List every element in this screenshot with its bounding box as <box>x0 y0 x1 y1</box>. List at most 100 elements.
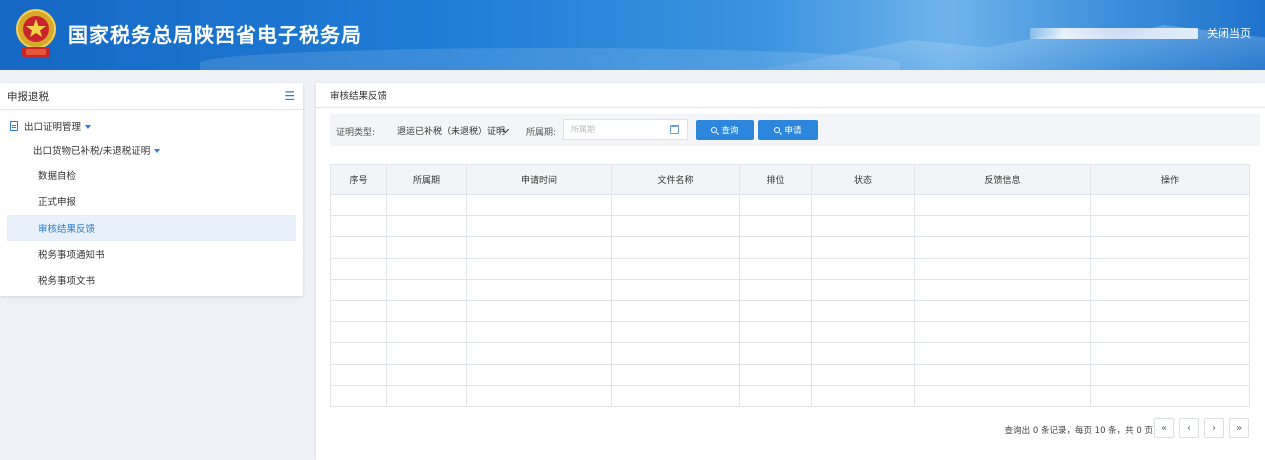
col-header-apply-time: 申请时间 <box>466 164 612 195</box>
table-cell <box>1090 342 1250 365</box>
table-cell <box>1090 236 1250 259</box>
table-cell <box>811 236 915 259</box>
table-cell <box>386 321 467 344</box>
next-page-button[interactable]: › <box>1204 418 1224 438</box>
table-cell <box>466 278 612 301</box>
table-cell <box>1090 363 1250 386</box>
apply-button-label: 申请 <box>784 126 802 136</box>
calendar-icon[interactable] <box>670 125 679 134</box>
nav-item-data-selfcheck[interactable]: 数据自检 <box>7 162 296 188</box>
prev-page-button[interactable]: ‹ <box>1179 418 1199 438</box>
nav-item-tax-document[interactable]: 税务事项文书 <box>7 267 296 293</box>
table-cell <box>330 236 387 259</box>
cert-type-label: 证明类型: <box>336 128 376 138</box>
last-page-button[interactable]: » <box>1229 418 1249 438</box>
nav-export-cert-management[interactable]: 出口证明管理 <box>10 113 92 139</box>
table-cell <box>611 278 740 301</box>
nav-label: 审核结果反馈 <box>38 224 96 235</box>
search-icon <box>774 127 781 133</box>
table-cell <box>466 257 612 280</box>
table-cell <box>914 321 1091 344</box>
table-cell <box>330 363 387 386</box>
table-cell <box>739 257 812 280</box>
table-cell <box>739 342 812 365</box>
apply-button[interactable]: 申请 <box>758 120 818 140</box>
table-cell <box>330 342 387 365</box>
table-cell <box>739 215 812 238</box>
table-cell <box>914 215 1091 238</box>
table-cell <box>611 363 740 386</box>
nav-label: 数据自检 <box>38 171 77 182</box>
table-cell <box>1090 299 1250 323</box>
table-cell <box>466 193 612 217</box>
nav-label: 出口证明管理 <box>24 122 82 133</box>
table-cell <box>811 363 915 386</box>
table-cell <box>611 236 740 259</box>
site-title: 国家税务总局陕西省电子税务局 <box>68 23 362 47</box>
table-cell <box>914 193 1091 217</box>
table-cell <box>611 321 740 344</box>
table-cell <box>1090 278 1250 301</box>
table-cell <box>739 278 812 301</box>
caret-down-icon <box>85 125 92 129</box>
table-cell <box>386 257 467 280</box>
table-cell <box>330 278 387 301</box>
table-cell <box>914 342 1091 365</box>
col-header-status: 状态 <box>811 164 915 195</box>
table-cell <box>914 299 1091 323</box>
table-cell <box>811 193 915 217</box>
table-row <box>330 236 1250 259</box>
table-cell <box>1090 215 1250 238</box>
col-header-feedback: 反馈信息 <box>914 164 1091 195</box>
table-cell <box>330 321 387 344</box>
nav-label: 出口货物已补税/未退税证明 <box>33 146 151 157</box>
query-button[interactable]: 查询 <box>696 120 754 140</box>
nav-label: 税务事项文书 <box>38 276 96 287</box>
feedback-table: 序号 所属期 申请时间 文件名称 排位 状态 反馈信息 操作 <box>330 164 1250 407</box>
table-cell <box>611 384 740 407</box>
top-header: 国家税务总局陕西省电子税务局 关闭当页 <box>0 0 1265 70</box>
query-button-label: 查询 <box>721 126 739 136</box>
period-placeholder: 所属期 <box>571 125 595 134</box>
nav-item-review-feedback[interactable]: 审核结果反馈 <box>7 215 296 241</box>
table-cell <box>739 384 812 407</box>
document-icon <box>10 121 18 131</box>
menu-toggle-icon[interactable]: ☰ <box>284 89 295 103</box>
table-header-row: 序号 所属期 申请时间 文件名称 排位 状态 反馈信息 操作 <box>330 164 1250 195</box>
close-page-link[interactable]: 关闭当页 <box>1207 25 1251 41</box>
table-cell <box>466 342 612 365</box>
col-header-actions: 操作 <box>1090 164 1250 195</box>
table-cell <box>330 257 387 280</box>
table-cell <box>386 215 467 238</box>
nav-item-tax-notice[interactable]: 税务事项通知书 <box>7 241 296 267</box>
table-cell <box>466 299 612 323</box>
table-cell <box>611 257 740 280</box>
table-cell <box>611 215 740 238</box>
table-cell <box>811 257 915 280</box>
table-row <box>330 215 1250 238</box>
cert-type-select[interactable]: 退运已补税（未退税）证明 <box>385 119 515 141</box>
col-header-period: 所属期 <box>386 164 467 195</box>
table-row <box>330 299 1250 323</box>
table-cell <box>330 193 387 217</box>
table-cell <box>466 236 612 259</box>
table-cell <box>611 193 740 217</box>
pagination-summary: 查询出 0 条记录，每页 10 条，共 0 页 <box>1004 426 1153 436</box>
table-cell <box>739 193 812 217</box>
col-header-index: 序号 <box>330 164 387 195</box>
table-cell <box>386 193 467 217</box>
table-cell <box>466 215 612 238</box>
table-cell <box>811 321 915 344</box>
table-cell <box>739 236 812 259</box>
table-cell <box>739 363 812 386</box>
table-cell <box>386 236 467 259</box>
cert-type-value: 退运已补税（未退税）证明 <box>397 126 506 137</box>
nav-export-goods-cert[interactable]: 出口货物已补税/未退税证明 <box>33 137 161 163</box>
nav-label: 税务事项通知书 <box>38 250 105 261</box>
nav-item-formal-declaration[interactable]: 正式申报 <box>7 188 296 214</box>
col-header-file-name: 文件名称 <box>611 164 740 195</box>
table-cell <box>811 215 915 238</box>
first-page-button[interactable]: « <box>1154 418 1174 438</box>
panel-title: 审核结果反馈 <box>316 83 1265 108</box>
table-cell <box>811 342 915 365</box>
